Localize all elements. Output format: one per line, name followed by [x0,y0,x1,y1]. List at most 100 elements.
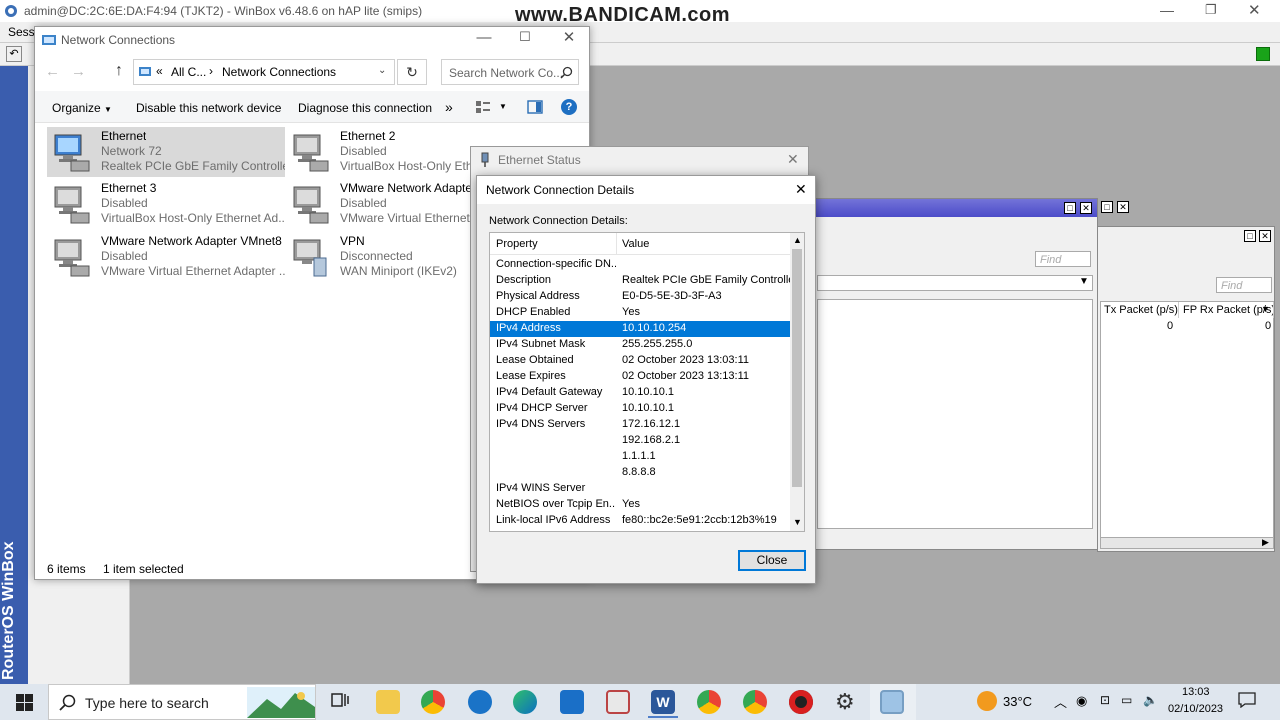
find-input[interactable]: Find [1035,251,1091,267]
settings-gear-icon[interactable]: ⚙ [835,689,855,715]
notification-icon[interactable] [1238,692,1256,708]
col-fp-rx-packet[interactable]: FP Rx Packet (p/s) [1180,302,1274,318]
clock-time[interactable]: 13:03 [1182,686,1210,698]
disable-network-device-button[interactable]: Disable this network device [136,101,281,115]
details-row[interactable]: IPv4 DHCP Server 10.10.10.1 [490,401,790,417]
record-indicator-icon[interactable]: ◉ [1076,693,1087,709]
search-icon[interactable] [560,66,573,79]
close-icon[interactable]: ✕ [787,151,799,168]
volume-icon[interactable]: 🔈 [1143,693,1158,707]
details-row[interactable]: 8.8.8.8 [490,465,790,481]
refresh-icon[interactable]: ↻ [397,59,427,85]
details-row[interactable]: IPv4 WINS Server [490,481,790,497]
chevron-down-icon[interactable]: ▼ [793,517,802,527]
file-explorer-icon[interactable] [376,690,400,714]
snipping-tool-icon[interactable] [606,690,630,714]
close-icon[interactable]: ✕ [1080,202,1092,214]
details-row[interactable]: DHCP Enabled Yes [490,305,790,321]
close-icon[interactable]: ✕ [1248,1,1261,19]
menu-session[interactable]: Sessi [8,25,37,39]
adapter-vpn[interactable]: VPN Disconnected WAN Miniport (IKEv2) [286,232,476,282]
search-box[interactable]: Search Network Co... [441,59,579,85]
temperature[interactable]: 33°C [1003,694,1032,709]
scrollbar-thumb[interactable] [792,249,802,487]
breadcrumb-network-connections[interactable]: Network Connections [222,65,336,79]
details-row[interactable]: Connection-specific DN... [490,257,790,273]
more-commands-button[interactable]: » [445,99,453,115]
details-row[interactable]: Description Realtek PCIe GbE Family Contr… [490,273,792,289]
chevron-up-icon[interactable]: ︿ [1054,692,1067,711]
search-input[interactable]: Search Network Co... [449,66,563,80]
details-row[interactable]: Lease Obtained 02 October 2023 13:03:11 [490,353,790,369]
taskbar-search-box[interactable]: Type here to search [48,684,316,720]
details-row[interactable]: Link-local IPv6 Address fe80::bc2e:5e91:2… [490,513,790,529]
maximize-icon[interactable]: □ [1064,202,1076,214]
close-icon[interactable]: ✕ [554,28,584,50]
adapter-ethernet-3[interactable]: Ethernet 3 Disabled VirtualBox Host-Only… [47,179,285,229]
details-row[interactable]: NetBIOS over Tcpip En... Yes [490,497,790,513]
chevron-down-icon[interactable]: ▼ [1261,304,1270,314]
close-button[interactable]: Close [738,550,806,571]
network-icon[interactable]: ▭ [1121,693,1132,707]
adapter-vmware-vmnet8[interactable]: VMware Network Adapter VMnet8 Disabled V… [47,232,285,282]
details-row[interactable]: IPv4 Subnet Mask 255.255.255.0 [490,337,790,353]
horizontal-scrollbar[interactable] [1100,537,1274,549]
organize-button[interactable]: Organize ▼ [52,101,112,115]
filter-dropdown[interactable] [817,275,1093,291]
weather-icon[interactable] [977,691,997,711]
help-icon[interactable]: ? [561,99,577,115]
clock-date[interactable]: 02/10/2023 [1168,703,1223,715]
adapter-ethernet-2[interactable]: Ethernet 2 Disabled VirtualBox Host-Only… [286,127,476,177]
vertical-scrollbar[interactable]: ▲ ▼ [790,233,804,531]
forward-arrow-icon[interactable]: → [71,63,86,80]
chevron-down-icon[interactable]: ▼ [1079,276,1089,287]
up-arrow-icon[interactable]: ↑ [115,62,123,80]
address-bar[interactable]: « All C... › Network Connections ⌄ [133,59,395,85]
chevron-down-icon[interactable]: ▼ [499,102,507,111]
restore-icon[interactable]: ❐ [1205,2,1217,18]
back-arrow-icon[interactable]: ← [45,63,60,80]
breadcrumb-all-control-panel[interactable]: All C... [171,65,206,79]
column-property[interactable]: Property [496,238,538,250]
word-icon[interactable]: W [651,690,675,714]
device-icon[interactable]: ⊡ [1100,693,1110,707]
close-icon[interactable]: ✕ [1259,230,1271,242]
details-listview[interactable]: Property Value Connection-specific DN...… [489,232,805,532]
chevron-up-icon[interactable]: ▲ [793,235,802,245]
chevron-right-icon[interactable]: ▶ [1262,537,1269,548]
diagnose-connection-button[interactable]: Diagnose this connection [298,101,432,115]
bandicam-record-icon[interactable] [789,690,813,714]
details-row[interactable]: IPv4 Default Gateway 10.10.10.1 [490,385,790,401]
view-options-icon[interactable] [475,100,491,114]
adapter-vmware-vmnet1[interactable]: VMware Network Adapter VMnet1 Disabled V… [286,179,476,229]
maximize-icon[interactable]: □ [1244,230,1256,242]
minimize-icon[interactable]: — [469,29,499,51]
col-tx-packet[interactable]: Tx Packet (p/s) [1101,302,1179,318]
details-row-selected[interactable]: IPv4 Address 10.10.10.254 [490,321,790,337]
chrome-profile-icon[interactable] [697,690,721,714]
close-icon[interactable]: ✕ [1117,201,1129,213]
adapter-ethernet[interactable]: Ethernet Network 72 Realtek PCIe GbE Fam… [47,127,285,177]
task-view-icon[interactable] [331,691,349,709]
details-row[interactable]: 192.168.2.1 [490,433,790,449]
details-row[interactable]: 1.1.1.1 [490,449,790,465]
maximize-icon[interactable]: □ [1101,201,1113,213]
chevron-down-icon[interactable]: ⌄ [378,65,386,76]
column-value[interactable]: Value [622,238,649,250]
edge-icon[interactable] [513,690,537,714]
details-row[interactable]: IPv4 DNS Servers 172.16.12.1 [490,417,790,433]
maximize-icon[interactable]: ☐ [510,29,540,51]
details-row[interactable]: Physical Address E0-D5-5E-3D-3F-A3 [490,289,790,305]
close-icon[interactable]: ✕ [795,181,807,198]
chrome-icon[interactable] [421,690,445,714]
undo-icon[interactable]: ↶ [6,46,22,62]
mail-icon[interactable] [560,690,584,714]
find-input[interactable]: Find [1216,277,1272,293]
chrome-profile-2-icon[interactable] [743,690,767,714]
windows-start-icon[interactable] [16,694,33,711]
preview-pane-icon[interactable] [527,100,543,114]
details-row[interactable]: Lease Expires 02 October 2023 13:13:11 [490,369,790,385]
breadcrumb-overflow[interactable]: « [156,64,163,78]
minimize-icon[interactable]: — [1160,2,1174,18]
app-circle-icon[interactable] [468,690,492,714]
